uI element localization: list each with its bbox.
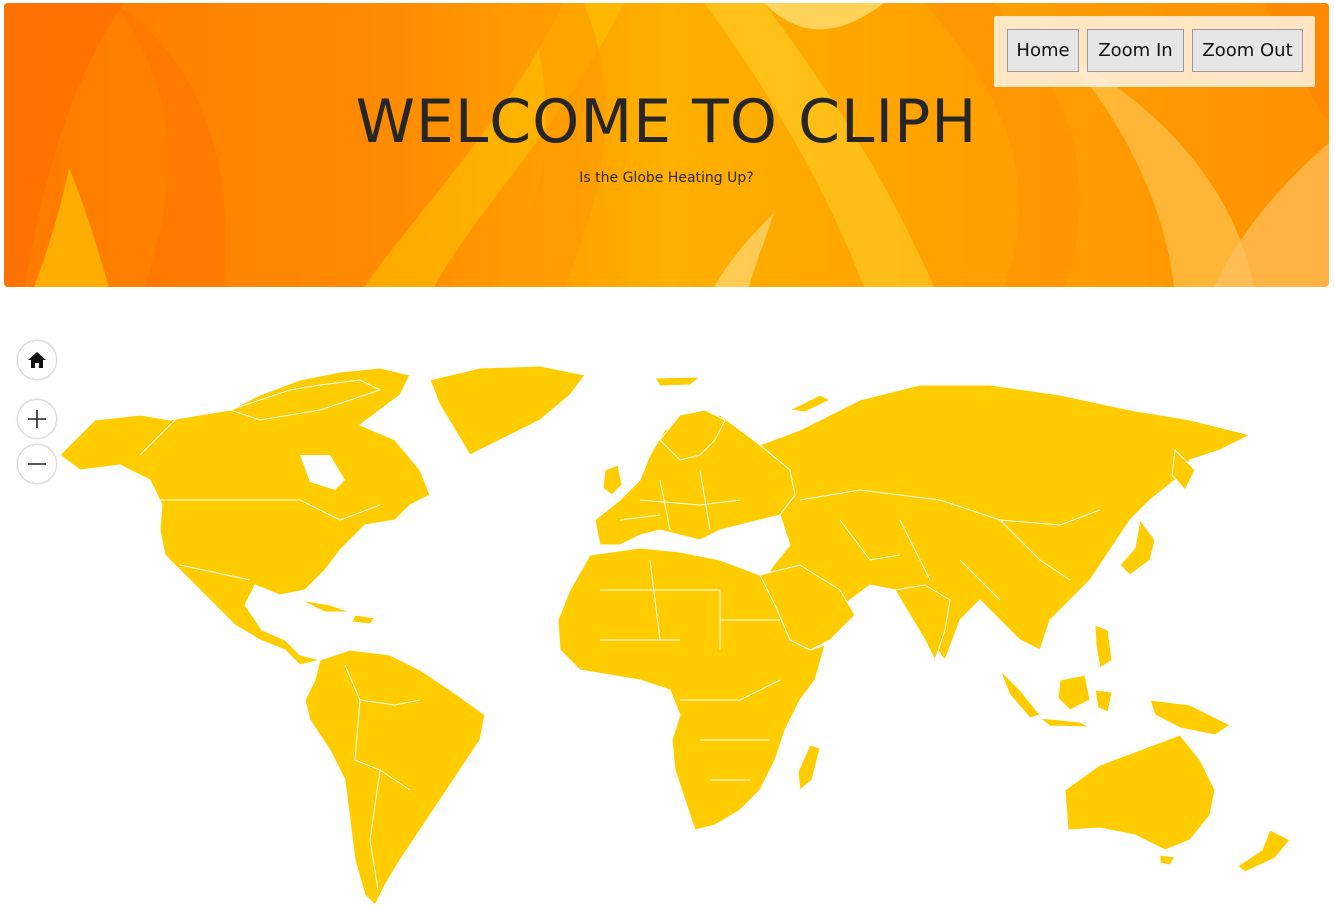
map-zoom-out-control[interactable] (17, 444, 57, 484)
new-zealand (1237, 829, 1291, 873)
home-button[interactable]: Home (1007, 29, 1079, 72)
uk (602, 464, 623, 496)
greenland (429, 365, 586, 456)
map-zoom-in-control[interactable] (17, 399, 57, 439)
zoom-out-button[interactable]: Zoom Out (1192, 29, 1303, 72)
sulawesi (1094, 689, 1113, 713)
plus-icon (28, 410, 46, 428)
java (1039, 717, 1091, 728)
map-toolbar: Home Zoom In Zoom Out (994, 16, 1315, 87)
home-icon (28, 352, 46, 368)
map-home-control[interactable] (17, 340, 57, 380)
new-guinea (1149, 699, 1231, 736)
philippines (1094, 624, 1113, 669)
world-map-canvas[interactable] (0, 300, 1335, 919)
south-america (304, 649, 486, 906)
borneo (1057, 674, 1091, 711)
world-map[interactable] (0, 300, 1335, 919)
novaya-zemlya (789, 394, 831, 413)
hispaniola (351, 614, 376, 625)
sumatra (999, 669, 1041, 719)
tasmania (1159, 854, 1176, 866)
madagascar (797, 744, 821, 791)
japan (1119, 519, 1156, 576)
cuba (299, 599, 351, 613)
page-title: WELCOME TO CLIPH (355, 87, 978, 157)
australia (1064, 734, 1216, 851)
minus-icon (28, 463, 46, 465)
zoom-in-button[interactable]: Zoom In (1087, 29, 1184, 72)
arctic-islands (654, 376, 701, 387)
page-subtitle: Is the Globe Heating Up? (579, 170, 754, 186)
